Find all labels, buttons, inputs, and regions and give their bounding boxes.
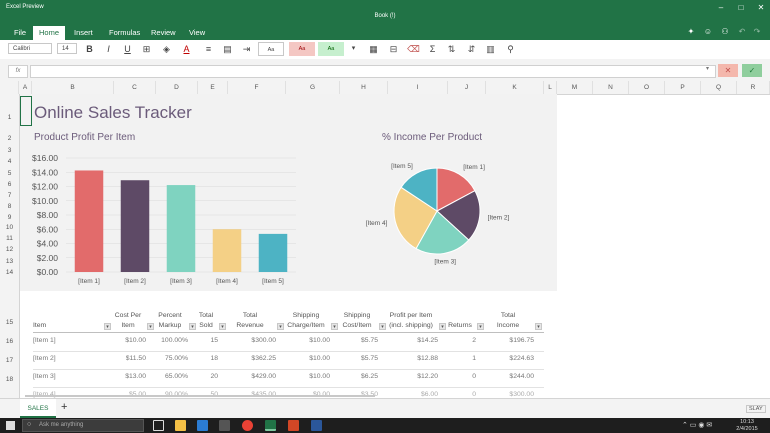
- filter-dropdown-icon[interactable]: ▾: [439, 323, 446, 330]
- filter-dropdown-icon[interactable]: ▾: [477, 323, 484, 330]
- filter-dropdown-icon[interactable]: ▾: [104, 323, 111, 330]
- pie-label: [Item 4]: [366, 220, 388, 227]
- bar: [258, 233, 288, 272]
- y-tick-label: $16.00: [32, 153, 58, 163]
- filter-dropdown-icon[interactable]: ▾: [277, 323, 284, 330]
- task-view-icon[interactable]: [153, 420, 164, 431]
- y-tick-label: $14.00: [32, 167, 58, 177]
- clock-date: 2/4/2015: [736, 426, 758, 432]
- y-tick-label: $6.00: [37, 224, 59, 234]
- charts-canvas: $0.00 $2.00 $4.00 $6.00 $8.00 $10.00 $12.00 $14…: [32, 153, 510, 285]
- bar: [74, 170, 104, 272]
- pie-label: [Item 2]: [488, 214, 510, 221]
- taskbar-search[interactable]: ○ Ask me anything: [22, 419, 144, 432]
- sheet-tab-bar: SALES + SLAY: [0, 398, 770, 419]
- x-tick-label: [Item 4]: [216, 278, 238, 285]
- windows-start-icon[interactable]: [6, 421, 15, 430]
- search-placeholder: Ask me anything: [39, 422, 84, 428]
- pie-label: [Item 3]: [434, 258, 456, 265]
- pie-label: [Item 1]: [463, 164, 485, 171]
- filter-dropdown-icon[interactable]: ▾: [189, 323, 196, 330]
- y-tick-label: $4.00: [37, 239, 59, 249]
- x-tick-label: [Item 2]: [124, 278, 146, 285]
- sheet-tab-sales[interactable]: SALES: [20, 399, 56, 418]
- filter-dropdown-icon[interactable]: ▾: [535, 323, 542, 330]
- y-tick-label: $2.00: [37, 253, 59, 263]
- status-badge: SLAY: [746, 405, 766, 413]
- filter-dropdown-icon[interactable]: ▾: [219, 323, 226, 330]
- bar: [212, 229, 242, 272]
- chrome-icon[interactable]: [242, 420, 253, 431]
- filter-dropdown-icon[interactable]: ▾: [331, 323, 338, 330]
- y-tick-label: $12.00: [32, 182, 58, 192]
- search-icon: ○: [27, 421, 32, 428]
- excel-icon[interactable]: [265, 420, 276, 431]
- edge-icon[interactable]: [197, 420, 208, 431]
- filter-dropdown-icon[interactable]: ▾: [147, 323, 154, 330]
- file-explorer-icon[interactable]: [175, 420, 186, 431]
- filter-dropdown-icon[interactable]: ▾: [379, 323, 386, 330]
- taskbar: ○ Ask me anything ⌃ ▭ ◉ ✉ 10:13 2/4/2015: [0, 418, 770, 433]
- word-icon[interactable]: [311, 420, 322, 431]
- y-tick-label: $0.00: [37, 267, 59, 277]
- pie-label: [Item 5]: [391, 163, 413, 170]
- horizontal-scrollbar[interactable]: [25, 395, 375, 397]
- clock-time: 10:13: [740, 419, 754, 425]
- bar: [120, 180, 150, 272]
- powerpoint-icon[interactable]: [288, 420, 299, 431]
- x-tick-label: [Item 3]: [170, 278, 192, 285]
- tray-icons[interactable]: ⌃ ▭ ◉ ✉: [682, 421, 712, 429]
- add-sheet-button[interactable]: +: [61, 401, 67, 413]
- y-tick-label: $8.00: [37, 210, 59, 220]
- y-tick-label: $10.00: [32, 196, 58, 206]
- store-icon[interactable]: [219, 420, 230, 431]
- x-tick-label: [Item 1]: [78, 278, 100, 285]
- x-tick-label: [Item 5]: [262, 278, 284, 285]
- bar: [166, 185, 196, 272]
